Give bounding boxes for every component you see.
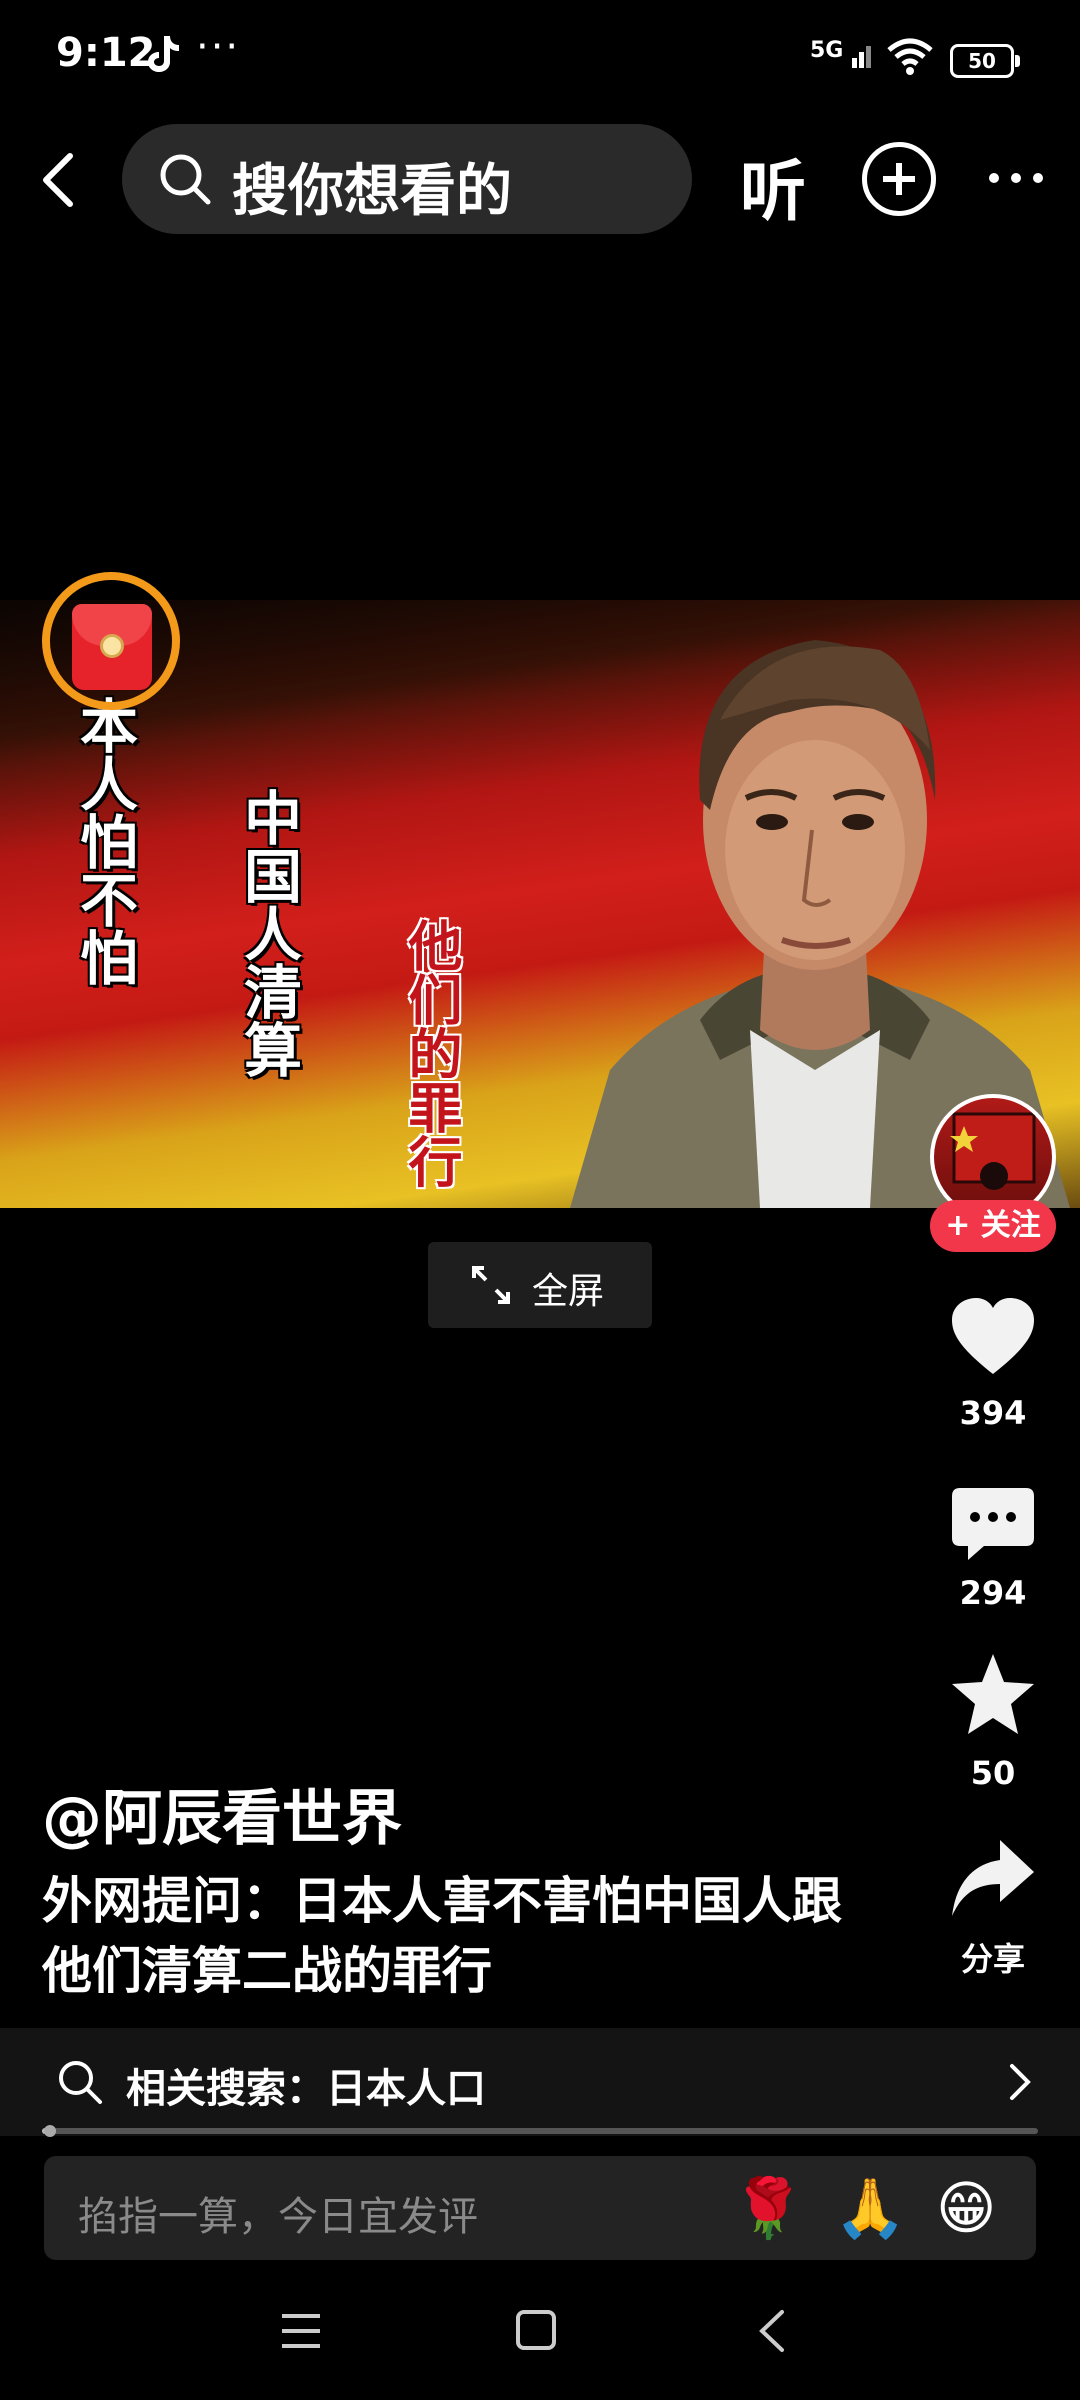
pray-emoji-button[interactable]: 🙏 [834, 2174, 906, 2243]
wifi-icon [887, 38, 933, 75]
fullscreen-button[interactable]: 全屏 [428, 1242, 652, 1328]
comment-icon[interactable] [950, 1484, 1036, 1570]
status-time: 9:12 [56, 30, 156, 76]
video-overlay-text: 本人怕不怕 [70, 696, 138, 986]
back-icon[interactable] [30, 150, 90, 210]
signal-icon [852, 46, 871, 68]
share-label: 分享 [960, 1940, 1025, 1978]
avatar-image [950, 1112, 1036, 1216]
progress-handle[interactable] [44, 2125, 56, 2137]
nav-back-icon[interactable] [754, 2308, 790, 2354]
related-search-bar[interactable]: 相关搜索：日本人口 [0, 2028, 1080, 2136]
star-icon[interactable] [950, 1652, 1036, 1738]
red-packet-icon[interactable] [72, 604, 152, 690]
network-indicator: 5G [810, 38, 844, 63]
author-name[interactable]: @阿辰看世界 [42, 1770, 402, 1857]
share-icon[interactable] [950, 1836, 1036, 1922]
video-description: 外网提问：日本人害不害怕中国人跟他们清算二战的罪行 [42, 1872, 842, 2000]
menu-icon[interactable] [280, 2310, 322, 2352]
expand-icon [472, 1266, 510, 1304]
comment-count: 294 [959, 1574, 1027, 1612]
comment-placeholder: 掐指一算，今日宜发评 [78, 2194, 478, 2240]
tiktok-icon [148, 36, 179, 72]
related-search-label: 相关搜索：日本人口 [126, 2066, 486, 2112]
search-icon [160, 154, 211, 205]
system-nav-bar [0, 2270, 1080, 2400]
status-bar: 9:12 ··· 5G 50 [0, 0, 1080, 120]
home-icon[interactable] [514, 2308, 558, 2352]
favorite-count: 50 [970, 1754, 1016, 1792]
more-icon[interactable] [988, 170, 1044, 186]
video-overlay-text: 中国人清算 [234, 788, 302, 1078]
status-more-icon: ··· [196, 24, 241, 70]
chevron-right-icon [1010, 2064, 1031, 2100]
video-overlay-text: 他们的罪行 [399, 918, 463, 1188]
fullscreen-label: 全屏 [532, 1271, 605, 1312]
comment-input[interactable]: 掐指一算，今日宜发评 🌹 🙏 😁 [44, 2156, 1036, 2260]
video-frame[interactable]: 本人怕不怕 中国人清算 他们的罪行 [0, 600, 1080, 1208]
like-count: 394 [959, 1394, 1027, 1432]
grin-emoji-button[interactable]: 😁 [936, 2174, 996, 2242]
listen-button[interactable]: 听 [740, 138, 806, 234]
rose-emoji-button[interactable]: 🌹 [732, 2174, 804, 2243]
search-placeholder: 搜你想看的 [232, 159, 512, 224]
battery-indicator: 50 [950, 44, 1020, 78]
video-progress-bar[interactable] [42, 2128, 1038, 2134]
add-button[interactable] [862, 142, 936, 216]
search-icon [59, 2061, 102, 2104]
follow-button[interactable]: + 关注 [930, 1200, 1056, 1252]
search-input[interactable]: 搜你想看的 [122, 124, 692, 234]
like-icon[interactable] [950, 1296, 1036, 1382]
